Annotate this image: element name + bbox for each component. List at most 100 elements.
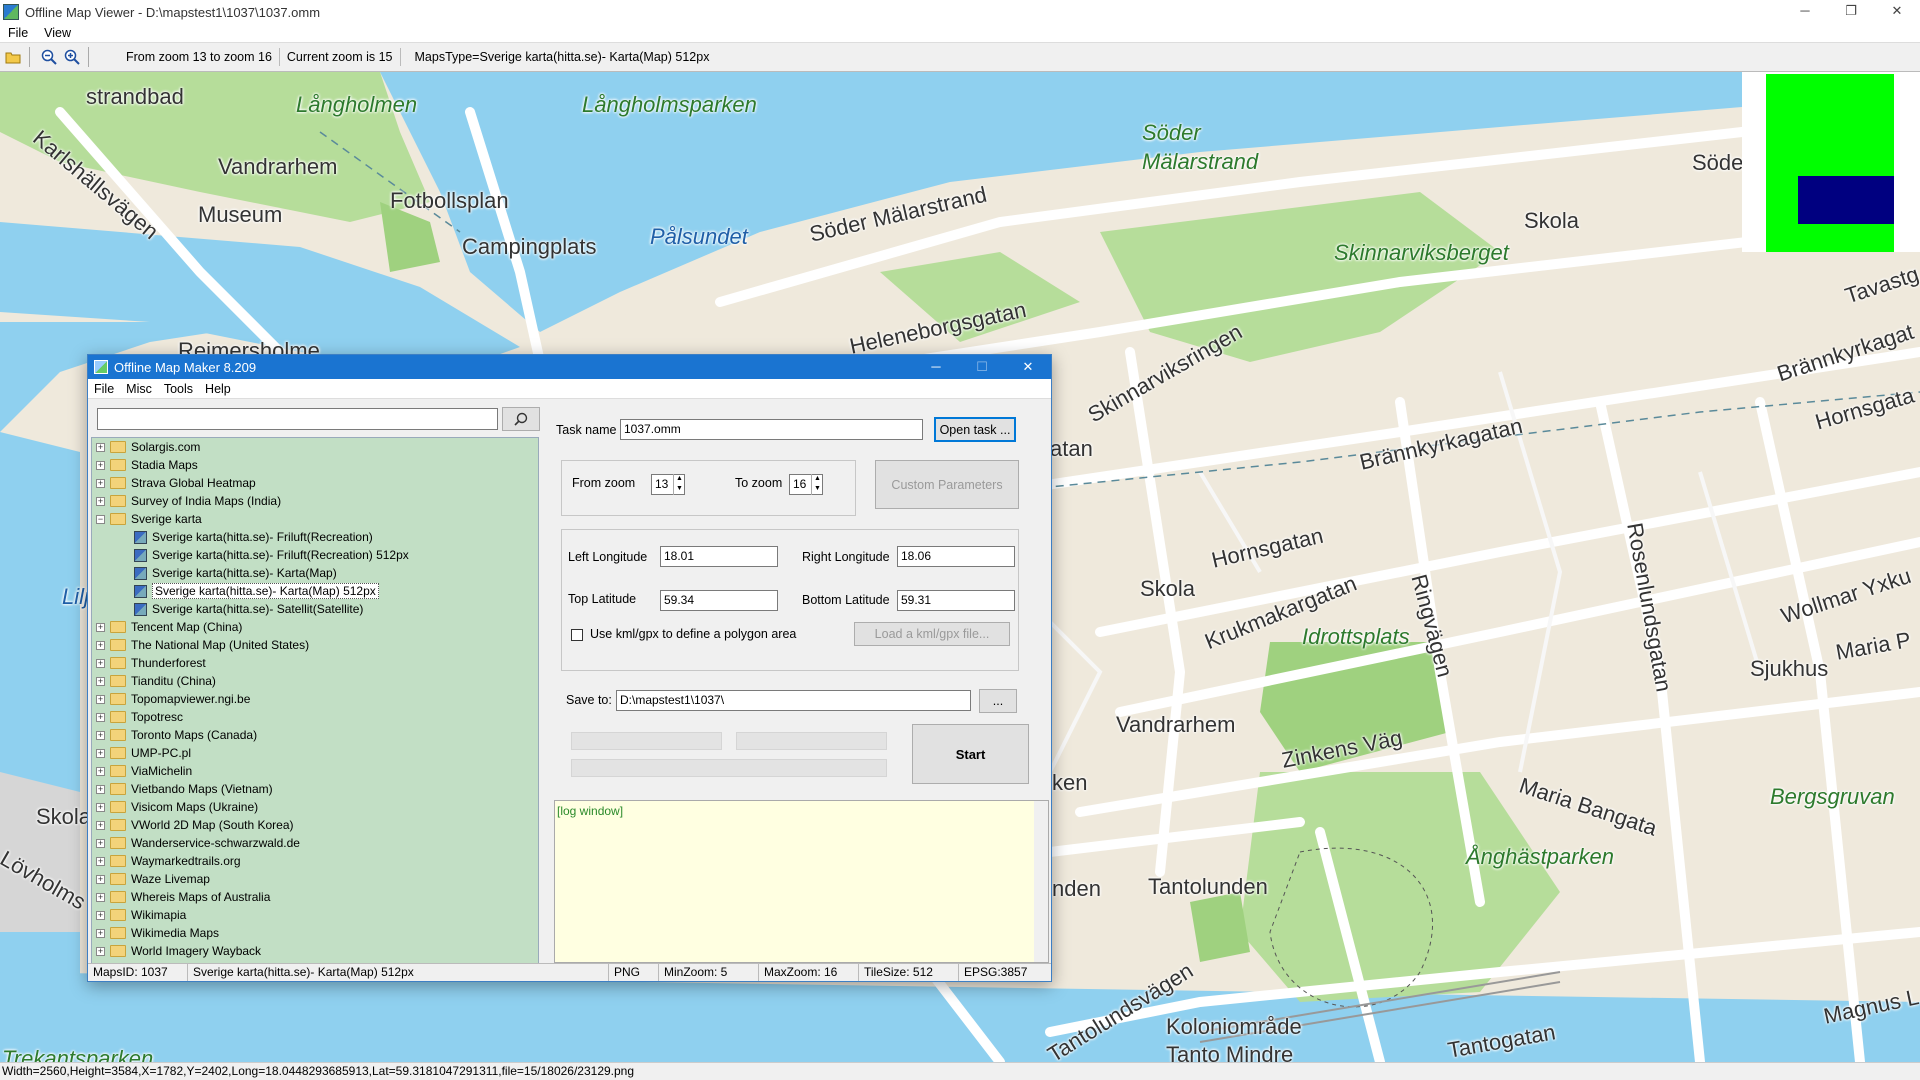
tree-item[interactable]: + Topotresc	[92, 708, 538, 726]
map-label: Lilj	[62, 584, 89, 609]
tree-item[interactable]: + Thunderforest	[92, 654, 538, 672]
kml-checkbox[interactable]	[571, 629, 583, 641]
dialog-menu-file[interactable]: File	[88, 379, 120, 398]
tree-item[interactable]: + Survey of India Maps (India)	[92, 492, 538, 510]
tree-item[interactable]: + Waymarkedtrails.org	[92, 852, 538, 870]
expand-icon[interactable]: +	[96, 784, 105, 794]
tree-item[interactable]: + ViaMichelin	[92, 762, 538, 780]
tree-item[interactable]: + Strava Global Heatmap	[92, 474, 538, 492]
menu-view[interactable]: View	[36, 24, 79, 42]
top-latitude-input[interactable]: 59.34	[660, 590, 778, 611]
save-to-input[interactable]: D:\mapstest1\1037\	[616, 690, 971, 711]
tree-item[interactable]: + Solargis.com	[92, 438, 538, 456]
tree-item[interactable]: Sverige karta(hitta.se)- Friluft(Recreat…	[92, 528, 538, 546]
tree-item[interactable]: + Wikimapia	[92, 906, 538, 924]
tree-item[interactable]: + Waze Livemap	[92, 870, 538, 888]
open-folder-icon[interactable]	[3, 47, 23, 67]
log-scrollbar[interactable]	[1034, 801, 1048, 962]
tree-item[interactable]: Sverige karta(hitta.se)- Karta(Map) 512p…	[92, 582, 538, 600]
expand-icon[interactable]: +	[96, 856, 105, 866]
tree-item-label: The National Map (United States)	[131, 638, 310, 652]
expand-icon[interactable]: +	[96, 496, 105, 506]
tree-item[interactable]: + VWorld 2D Map (South Korea)	[92, 816, 538, 834]
minimap[interactable]	[1742, 72, 1920, 252]
tree-item[interactable]: − Sverige karta	[92, 510, 538, 528]
expand-icon[interactable]: +	[96, 712, 105, 722]
tree-item[interactable]: + UMP-PC.pl	[92, 744, 538, 762]
tree-item-label: Thunderforest	[131, 656, 206, 670]
expand-icon[interactable]: +	[96, 838, 105, 848]
expand-icon[interactable]: +	[96, 658, 105, 668]
dialog-minimize-button[interactable]: ─	[913, 355, 959, 379]
log-text: [log window]	[557, 804, 624, 818]
expand-icon[interactable]: +	[96, 748, 105, 758]
tree-item[interactable]: + Tencent Map (China)	[92, 618, 538, 636]
minimap-viewport[interactable]	[1798, 176, 1894, 224]
to-zoom-stepper[interactable]: ▲ ▼	[811, 474, 823, 495]
expand-icon[interactable]: +	[96, 910, 105, 920]
tree-item[interactable]: + Whereis Maps of Australia	[92, 888, 538, 906]
expand-icon[interactable]: +	[96, 460, 105, 470]
search-input[interactable]	[97, 408, 498, 430]
zoom-in-icon[interactable]	[62, 47, 82, 67]
bottom-latitude-input[interactable]: 59.31	[897, 590, 1015, 611]
close-button[interactable]: ✕	[1874, 0, 1920, 24]
right-longitude-input[interactable]: 18.06	[897, 546, 1015, 567]
tree-item[interactable]: + Vietbando Maps (Vietnam)	[92, 780, 538, 798]
left-longitude-input[interactable]: 18.01	[660, 546, 778, 567]
folder-icon	[110, 891, 126, 903]
open-task-button[interactable]: Open task ...	[934, 417, 1016, 442]
tree-item-label: Strava Global Heatmap	[131, 476, 256, 490]
task-name-input[interactable]: 1037.omm	[620, 419, 923, 440]
expand-icon[interactable]: +	[96, 442, 105, 452]
browse-button[interactable]: ...	[979, 689, 1017, 713]
folder-icon	[110, 945, 126, 957]
expand-icon[interactable]: +	[96, 694, 105, 704]
expand-icon[interactable]: +	[96, 820, 105, 830]
tree-item[interactable]: + Topomapviewer.ngi.be	[92, 690, 538, 708]
expand-icon[interactable]: +	[96, 874, 105, 884]
collapse-icon[interactable]: −	[96, 514, 105, 524]
log-window[interactable]: [log window]	[554, 800, 1049, 963]
expand-icon[interactable]: +	[96, 928, 105, 938]
tree-item[interactable]: Sverige karta(hitta.se)- Karta(Map)	[92, 564, 538, 582]
tree-item[interactable]: + Tianditu (China)	[92, 672, 538, 690]
expand-icon[interactable]: +	[96, 766, 105, 776]
from-zoom-stepper[interactable]: ▲ ▼	[673, 474, 685, 495]
menu-file[interactable]: File	[0, 24, 36, 42]
tree-item-label: Wanderservice-schwarzwald.de	[131, 836, 300, 850]
restore-button[interactable]: ❐	[1828, 0, 1874, 24]
expand-icon[interactable]: +	[96, 640, 105, 650]
tree-item[interactable]: + Wikimedia Maps	[92, 924, 538, 942]
start-button[interactable]: Start	[912, 724, 1029, 784]
tree-item-label: Visicom Maps (Ukraine)	[131, 800, 259, 814]
map-source-tree[interactable]: + Solargis.com + Stadia Maps + Strava Global …	[91, 437, 539, 965]
folder-icon	[110, 495, 126, 507]
minimize-button[interactable]: ─	[1782, 0, 1828, 24]
expand-icon[interactable]: +	[96, 946, 105, 956]
tree-item[interactable]: + World Imagery Wayback	[92, 942, 538, 960]
expand-icon[interactable]: +	[96, 676, 105, 686]
tree-item[interactable]: + Stadia Maps	[92, 456, 538, 474]
tree-item[interactable]: + Visicom Maps (Ukraine)	[92, 798, 538, 816]
dialog-close-button[interactable]: ✕	[1005, 355, 1051, 379]
dialog-menu-tools[interactable]: Tools	[158, 379, 199, 398]
dialog-menu-help[interactable]: Help	[199, 379, 237, 398]
dialog-menu-misc[interactable]: Misc	[120, 379, 158, 398]
load-kml-button: Load a kml/gpx file...	[854, 622, 1010, 646]
map-label: strandbad	[86, 84, 184, 109]
expand-icon[interactable]: +	[96, 892, 105, 902]
dialog-menu-bar: File Misc Tools Help	[88, 379, 1051, 399]
expand-icon[interactable]: +	[96, 622, 105, 632]
expand-icon[interactable]: +	[96, 478, 105, 488]
tree-item[interactable]: Sverige karta(hitta.se)- Friluft(Recreat…	[92, 546, 538, 564]
tree-item[interactable]: + Wanderservice-schwarzwald.de	[92, 834, 538, 852]
expand-icon[interactable]: +	[96, 802, 105, 812]
search-button[interactable]	[502, 407, 540, 431]
expand-icon[interactable]: +	[96, 730, 105, 740]
tree-item[interactable]: Sverige karta(hitta.se)- Satellit(Satell…	[92, 600, 538, 618]
tree-item[interactable]: + The National Map (United States)	[92, 636, 538, 654]
window-titlebar: Offline Map Viewer - D:\mapstest1\1037\1…	[0, 0, 1920, 24]
tree-item[interactable]: + Toronto Maps (Canada)	[92, 726, 538, 744]
zoom-out-icon[interactable]	[39, 47, 59, 67]
